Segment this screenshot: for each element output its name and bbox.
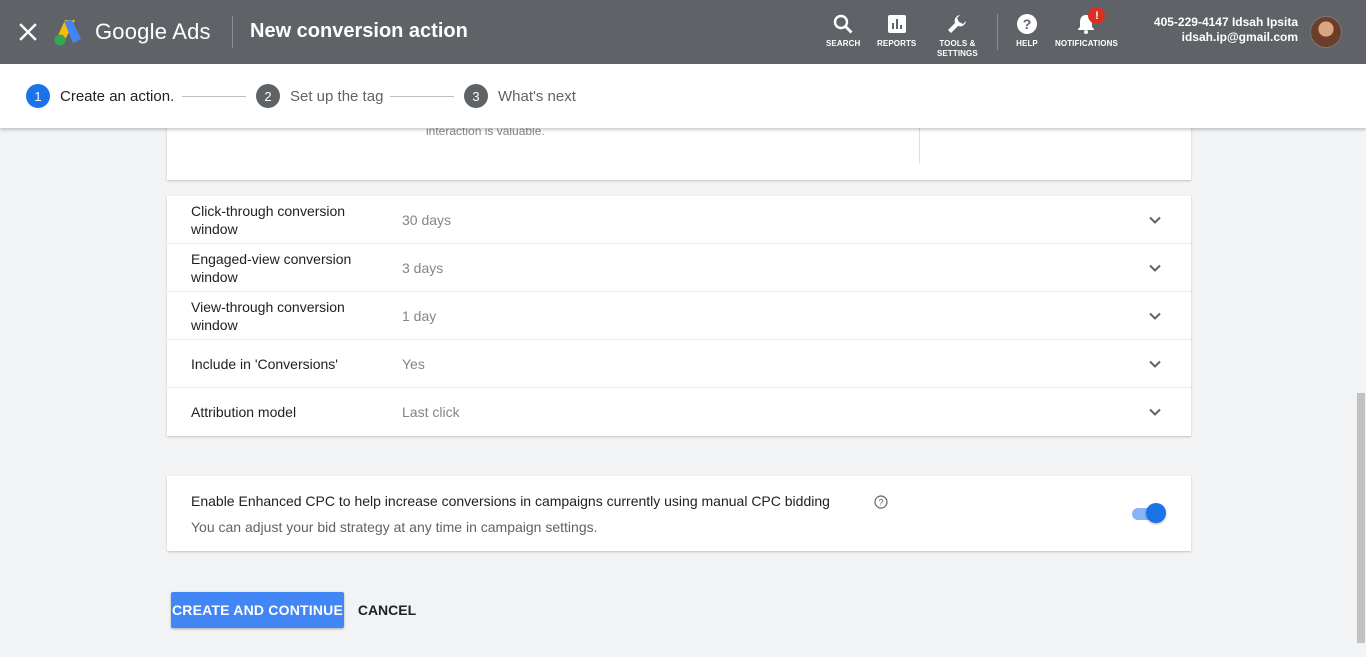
chevron-down-icon[interactable] xyxy=(1147,356,1163,372)
help-button[interactable]: ? HELP xyxy=(1015,12,1039,49)
chevron-down-icon[interactable] xyxy=(1147,260,1163,276)
step-create-action[interactable]: 1 Create an action. xyxy=(26,84,174,108)
step-number: 2 xyxy=(256,84,280,108)
account-info[interactable]: 405-229-4147 Idsah Ipsita idsah.ip@gmail… xyxy=(1154,15,1298,45)
setting-row-view-through-window[interactable]: View-through conversion window 1 day xyxy=(167,292,1191,340)
search-icon xyxy=(831,12,855,36)
account-email: idsah.ip@gmail.com xyxy=(1181,30,1298,44)
account-id-name: 405-229-4147 Idsah Ipsita xyxy=(1153,15,1298,29)
chevron-down-icon[interactable] xyxy=(1147,308,1163,324)
cancel-button[interactable]: CANCEL xyxy=(352,592,422,628)
setting-label-line1: Engaged-view conversion xyxy=(191,250,352,267)
step-label: What's next xyxy=(498,87,576,105)
step-number: 3 xyxy=(464,84,488,108)
tools-label-line2: SETTINGS xyxy=(937,49,978,58)
help-icon: ? xyxy=(1015,12,1039,36)
help-label: HELP xyxy=(1016,39,1038,48)
conversion-settings-card: Click-through conversion window 30 days … xyxy=(167,196,1191,436)
setting-value: 30 days xyxy=(402,211,452,228)
setting-label-line2: window xyxy=(191,220,238,237)
reports-button[interactable]: REPORTS xyxy=(877,12,916,49)
step-label: Create an action. xyxy=(60,87,175,105)
reports-label: REPORTS xyxy=(877,39,917,48)
setting-value: 1 day xyxy=(402,307,437,324)
setting-label-line2: window xyxy=(191,316,238,333)
setting-row-include-in-conversions[interactable]: Include in 'Conversions' Yes xyxy=(167,340,1191,388)
setting-value: Yes xyxy=(402,355,425,372)
setting-label: Attribution model xyxy=(191,404,297,420)
step-connector xyxy=(182,96,246,97)
enhanced-cpc-subtitle: You can adjust your bid strategy at any … xyxy=(191,519,598,535)
setting-label: Click-through conversion window xyxy=(191,202,381,238)
tools-label-line1: TOOLS & xyxy=(939,39,976,48)
tools-divider xyxy=(997,14,998,50)
tools-settings-button[interactable]: TOOLS & SETTINGS xyxy=(937,12,978,59)
notifications-label: NOTIFICATIONS xyxy=(1055,39,1118,48)
enhanced-cpc-toggle[interactable] xyxy=(1130,503,1166,523)
setting-label-line2: window xyxy=(191,268,238,285)
header-divider xyxy=(232,16,233,48)
card-divider xyxy=(919,128,920,164)
google-ads-logo-icon xyxy=(52,17,84,47)
setting-label-line1: View-through conversion xyxy=(191,298,345,315)
brand-name: Google Ads xyxy=(95,19,211,44)
step-connector xyxy=(390,96,454,97)
setting-value: 3 days xyxy=(402,259,444,276)
bell-icon: ! xyxy=(1074,7,1106,36)
chevron-down-icon[interactable] xyxy=(1147,404,1163,420)
setting-label-line1: Click-through conversion xyxy=(191,202,346,219)
reports-icon xyxy=(885,12,909,36)
search-label: SEARCH xyxy=(826,39,861,48)
chevron-down-icon[interactable] xyxy=(1147,212,1163,228)
notifications-button[interactable]: ! NOTIFICATIONS xyxy=(1055,7,1118,49)
help-circle-icon[interactable]: ? xyxy=(874,495,888,509)
step-label: Set up the tag xyxy=(290,87,384,105)
step-set-up-tag[interactable]: 2 Set up the tag xyxy=(256,84,383,108)
toggle-thumb xyxy=(1146,503,1166,523)
progress-stepper: 1 Create an action. 2 Set up the tag 3 W… xyxy=(0,64,1366,128)
step-whats-next[interactable]: 3 What's next xyxy=(464,84,576,108)
setting-row-click-through-window[interactable]: Click-through conversion window 30 days xyxy=(167,196,1191,244)
wrench-icon xyxy=(945,12,969,36)
notification-badge: ! xyxy=(1088,7,1106,24)
page-title: New conversion action xyxy=(250,20,468,42)
setting-value: Last click xyxy=(402,404,460,420)
page-scrollbar[interactable] xyxy=(1357,393,1365,643)
enhanced-cpc-title: Enable Enhanced CPC to help increase con… xyxy=(191,493,830,509)
svg-text:?: ? xyxy=(878,498,883,508)
close-icon[interactable] xyxy=(14,18,42,46)
avatar[interactable] xyxy=(1310,16,1342,48)
setting-label: View-through conversion window xyxy=(191,298,381,334)
setting-row-attribution-model[interactable]: Attribution model Last click xyxy=(167,388,1191,436)
search-button[interactable]: SEARCH xyxy=(826,12,860,49)
setting-label: Include in 'Conversions' xyxy=(191,355,338,372)
enhanced-cpc-card: Enable Enhanced CPC to help increase con… xyxy=(167,476,1191,551)
tools-settings-label: TOOLS & SETTINGS xyxy=(937,39,978,59)
setting-label: Engaged-view conversion window xyxy=(191,250,381,286)
create-and-continue-button[interactable]: CREATE AND CONTINUE xyxy=(171,592,344,628)
top-app-bar: Google Ads New conversion action SEARCH … xyxy=(0,0,1366,64)
setting-row-engaged-view-window[interactable]: Engaged-view conversion window 3 days xyxy=(167,244,1191,292)
svg-text:?: ? xyxy=(1023,16,1032,32)
step-number: 1 xyxy=(26,84,50,108)
